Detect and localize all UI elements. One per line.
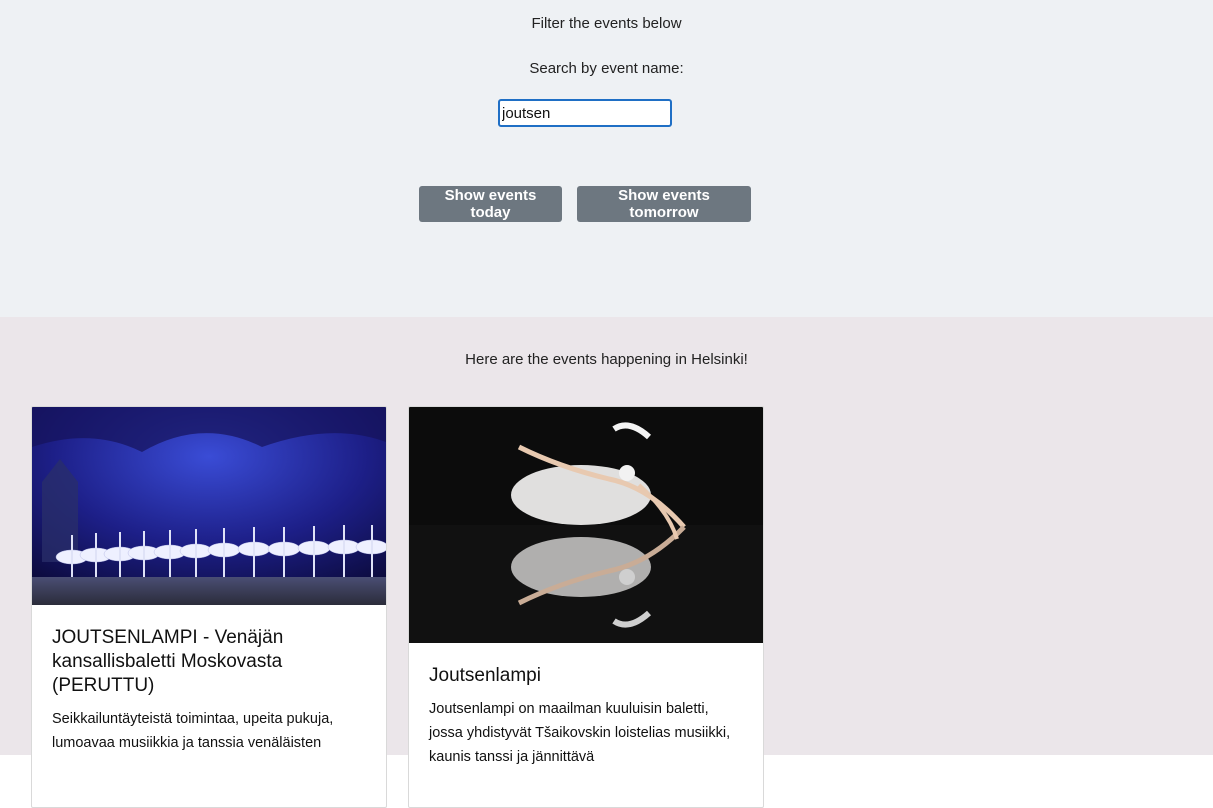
event-card[interactable]: JOUTSENLAMPI - Venäjän kansallisbaletti … (31, 406, 387, 808)
show-events-today-button[interactable]: Show events today (419, 186, 562, 222)
events-heading: Here are the events happening in Helsink… (465, 351, 748, 368)
event-title[interactable]: Joutsenlampi (409, 664, 763, 688)
event-image (32, 407, 386, 605)
event-description: Seikkailuntäyteistä toimintaa, upeita pu… (52, 711, 334, 751)
search-input[interactable] (498, 99, 672, 127)
filter-section: Filter the events below Search by event … (0, 0, 1213, 317)
search-label: Search by event name: (529, 60, 684, 77)
filter-title: Filter the events below (531, 15, 682, 32)
event-title[interactable]: JOUTSENLAMPI - Venäjän kansallisbaletti … (32, 626, 386, 698)
event-card[interactable]: Joutsenlampi Joutsenlampi on maailman ku… (408, 406, 764, 808)
events-section: Here are the events happening in Helsink… (0, 317, 1213, 808)
show-events-tomorrow-button[interactable]: Show events tomorrow (577, 186, 751, 222)
event-description: Joutsenlampi on maailman kuuluisin balet… (429, 701, 731, 765)
event-image (409, 407, 763, 643)
